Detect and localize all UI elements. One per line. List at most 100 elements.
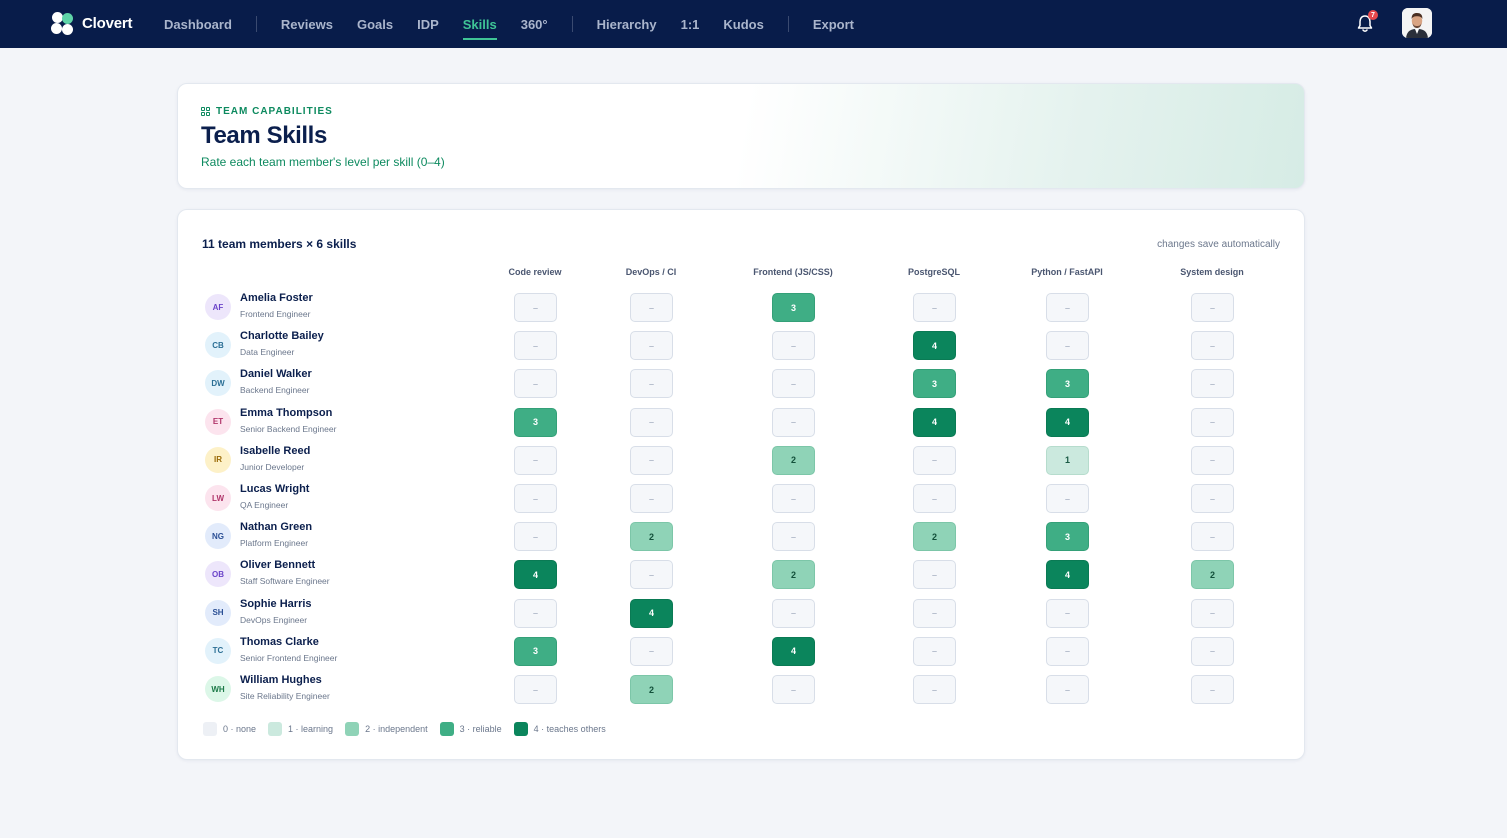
legend-swatch (345, 722, 360, 736)
member-avatar: SH (205, 599, 231, 626)
skill-level-cell[interactable]: – (1191, 675, 1234, 704)
user-avatar[interactable] (1402, 8, 1432, 38)
skill-level-cell[interactable]: – (1191, 598, 1234, 628)
skill-level-cell[interactable]: – (514, 331, 557, 361)
user-portrait-icon (1402, 8, 1432, 38)
skill-level-cell[interactable]: – (913, 598, 956, 628)
nav-item-idp[interactable]: IDP (417, 0, 439, 48)
nav-item-kudos[interactable]: Kudos (723, 0, 763, 48)
skill-level-cell[interactable]: – (1191, 636, 1234, 666)
skill-level-cell[interactable]: – (514, 445, 557, 475)
skill-level-cell[interactable]: – (514, 598, 557, 628)
skill-level-cell[interactable]: – (630, 407, 673, 437)
skill-level-cell[interactable]: – (772, 675, 815, 704)
skill-level-cell[interactable]: 2 (630, 675, 673, 704)
legend-item: 4 · teaches others (513, 722, 606, 736)
nav-item-dashboard[interactable]: Dashboard (164, 0, 232, 48)
skill-level-cell[interactable]: – (1046, 675, 1089, 704)
nav-item-export[interactable]: Export (813, 0, 854, 48)
table-row: AF Amelia Foster Frontend Engineer – – 3 – – – (178, 291, 1306, 329)
skill-level-cell[interactable]: – (1046, 293, 1089, 322)
skill-level-cell[interactable]: 2 (772, 445, 815, 475)
legend-item: 3 · reliable (439, 722, 502, 736)
member-role: Backend Engineer (240, 385, 310, 396)
table-row: CB Charlotte Bailey Data Engineer – – – 4 – – (178, 329, 1306, 367)
member-avatar: CB (205, 332, 231, 359)
skill-level-cell[interactable]: 2 (772, 560, 815, 590)
top-navigation-bar: Clovert Dashboard Reviews Goals IDP Skills 36… (0, 0, 1507, 48)
skill-column-header: Code review (508, 267, 562, 277)
skill-level-cell[interactable]: – (772, 484, 815, 513)
table-row: LW Lucas Wright QA Engineer – – – – – – (178, 482, 1306, 520)
skill-level-cell[interactable]: 4 (772, 636, 815, 666)
skill-level-cell[interactable]: – (1046, 331, 1089, 361)
section-eyebrow: TEAM CAPABILITIES (201, 106, 333, 117)
skill-level-cell[interactable]: – (514, 484, 557, 513)
skill-level-cell[interactable]: – (1046, 598, 1089, 628)
skill-level-cell[interactable]: – (1191, 484, 1234, 513)
skill-level-cell[interactable]: 4 (514, 560, 557, 590)
member-name: Daniel Walker (240, 368, 312, 381)
skill-level-cell[interactable]: – (1046, 484, 1089, 513)
skill-level-cell[interactable]: – (630, 331, 673, 361)
skill-level-cell[interactable]: – (630, 484, 673, 513)
skill-level-cell[interactable]: – (913, 484, 956, 513)
skill-level-cell[interactable]: – (630, 636, 673, 666)
skill-level-cell[interactable]: – (1191, 293, 1234, 322)
skill-level-cell[interactable]: – (1191, 407, 1234, 437)
skill-level-cell[interactable]: 4 (913, 407, 956, 437)
skill-level-cell[interactable]: 4 (630, 598, 673, 628)
brand[interactable]: Clovert (51, 12, 132, 35)
skill-level-cell[interactable]: – (630, 369, 673, 399)
skill-level-cell[interactable]: 3 (514, 407, 557, 437)
skill-level-cell[interactable]: 2 (913, 522, 956, 552)
skill-level-cell[interactable]: – (1191, 445, 1234, 475)
skill-level-cell[interactable]: 4 (1046, 407, 1089, 437)
nav-item-360[interactable]: 360° (521, 0, 548, 48)
skill-level-cell[interactable]: – (913, 560, 956, 590)
skill-level-cell[interactable]: 3 (1046, 522, 1089, 552)
nav-item-reviews[interactable]: Reviews (281, 0, 333, 48)
skill-level-cell[interactable]: – (772, 331, 815, 361)
nav-separator (571, 16, 573, 32)
skill-column-header: System design (1180, 267, 1244, 277)
skill-level-cell[interactable]: 3 (772, 293, 815, 322)
skill-level-cell[interactable]: 4 (913, 331, 956, 361)
skill-level-cell[interactable]: – (630, 293, 673, 322)
skill-level-cell[interactable]: – (630, 560, 673, 590)
skill-level-cell[interactable]: – (772, 522, 815, 552)
skill-level-cell[interactable]: – (514, 369, 557, 399)
skill-level-cell[interactable]: – (514, 675, 557, 704)
skill-level-cell[interactable]: – (772, 598, 815, 628)
nav-item-skills[interactable]: Skills (462, 0, 497, 48)
skill-level-cell[interactable]: 3 (1046, 369, 1089, 399)
skill-level-cell[interactable]: 1 (1046, 445, 1089, 475)
skill-level-cell[interactable]: – (630, 445, 673, 475)
skill-level-cell[interactable]: – (1191, 522, 1234, 552)
member-role: Data Engineer (240, 347, 295, 358)
skill-level-cell[interactable]: 3 (514, 636, 557, 666)
member-avatar: OB (205, 561, 231, 588)
skill-level-cell[interactable]: – (1191, 331, 1234, 361)
skill-level-cell[interactable]: – (913, 636, 956, 666)
skill-level-cell[interactable]: – (1046, 636, 1089, 666)
skill-level-cell[interactable]: – (772, 407, 815, 437)
skill-level-cell[interactable]: 3 (913, 369, 956, 399)
nav-item-1-1[interactable]: 1:1 (681, 0, 700, 48)
skill-level-cell[interactable]: – (514, 293, 557, 322)
skill-level-cell[interactable]: – (772, 369, 815, 399)
skill-level-cell[interactable]: – (514, 522, 557, 552)
member-avatar: LW (205, 485, 231, 511)
nav-item-goals[interactable]: Goals (357, 0, 393, 48)
skill-level-cell[interactable]: – (1191, 369, 1234, 399)
member-avatar: TC (205, 637, 231, 664)
skill-level-cell[interactable]: – (913, 445, 956, 475)
skill-level-cell[interactable]: – (913, 675, 956, 704)
page-title: Team Skills (201, 122, 327, 149)
skill-level-cell[interactable]: – (913, 293, 956, 322)
skill-level-cell[interactable]: 4 (1046, 560, 1089, 590)
nav-item-hierarchy[interactable]: Hierarchy (597, 0, 657, 48)
skill-level-cell[interactable]: 2 (1191, 560, 1234, 590)
table-row: NG Nathan Green Platform Engineer – 2 – 2 3 – (178, 520, 1306, 558)
skill-level-cell[interactable]: 2 (630, 522, 673, 552)
